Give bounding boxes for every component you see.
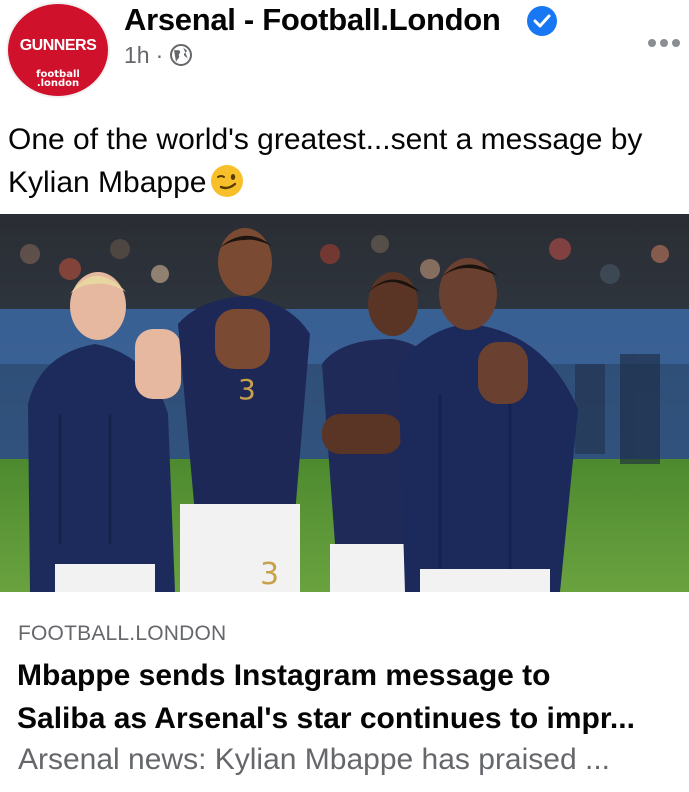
more-options-icon[interactable] <box>648 34 684 52</box>
headline-line1: Mbappe sends Instagram message to <box>17 659 551 692</box>
link-headline[interactable]: Mbappe sends Instagram message to Saliba… <box>17 654 677 740</box>
link-domain: FOOTBALL.LONDON <box>18 622 227 645</box>
link-description: Arsenal news: Kylian Mbappe has praised … <box>18 743 610 776</box>
meta-separator: · <box>155 42 164 68</box>
post-header: GUNNERS football .london Arsenal - Footb… <box>0 0 689 110</box>
avatar-sub: football .london <box>8 70 108 89</box>
globe-icon <box>169 43 193 73</box>
page-name[interactable]: Arsenal - Football.London <box>124 2 501 38</box>
caption-text: One of the world's greatest...sent a mes… <box>8 123 643 199</box>
avatar-brand: GUNNERS <box>19 37 97 54</box>
page-avatar[interactable]: GUNNERS football .london <box>6 2 110 98</box>
winking-face-emoji <box>210 164 244 210</box>
players-photo: 3 3 <box>0 214 689 592</box>
post-caption: One of the world's greatest...sent a mes… <box>8 118 688 210</box>
post-meta: 1h · <box>124 42 193 73</box>
headline-line2: Saliba as Arsenal's star continues to im… <box>17 702 635 735</box>
shirt-number-shorts: 3 <box>260 557 279 592</box>
avatar-line2: .london <box>36 78 80 89</box>
shirt-number-upper: 3 <box>238 373 256 406</box>
post-photo[interactable]: 3 3 <box>0 214 689 592</box>
post-time[interactable]: 1h <box>124 42 150 68</box>
verified-badge-icon <box>527 6 557 36</box>
